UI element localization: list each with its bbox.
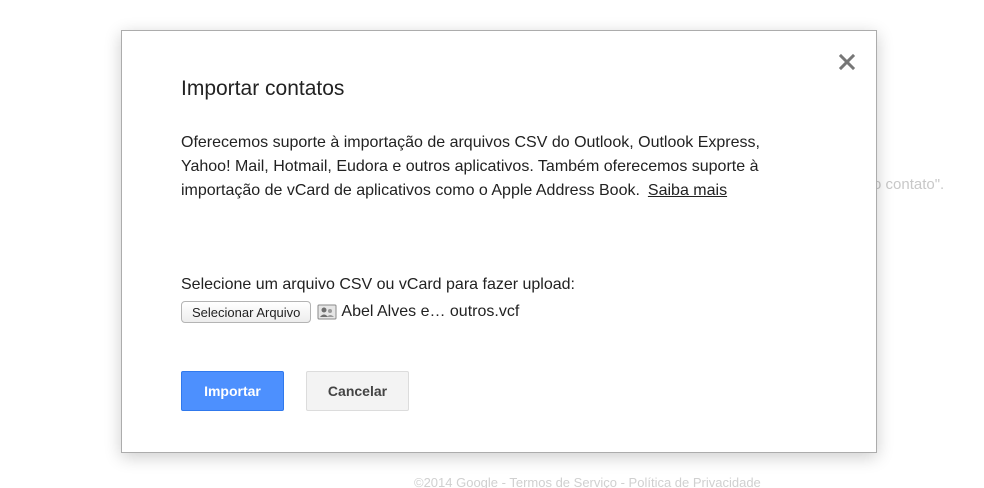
vcard-file-icon — [317, 303, 337, 321]
close-button[interactable] — [836, 51, 858, 73]
background-contato-text: o contato". — [873, 176, 945, 193]
selected-file-name: Abel Alves e… outros.vcf — [341, 303, 520, 320]
close-icon — [838, 53, 856, 71]
import-contacts-dialog: Importar contatos Oferecemos suporte à i… — [121, 30, 877, 453]
background-footer: ©2014 Google - Termos de Serviço - Polít… — [414, 475, 761, 488]
learn-more-link[interactable]: Saiba mais — [648, 182, 727, 199]
dialog-description: Oferecemos suporte à importação de arqui… — [181, 131, 801, 203]
choose-file-button[interactable]: Selecionar Arquivo — [181, 301, 312, 323]
dialog-title: Importar contatos — [181, 77, 345, 100]
upload-label: Selecione um arquivo CSV ou vCard para f… — [181, 276, 575, 293]
cancel-button[interactable]: Cancelar — [306, 371, 409, 411]
import-button[interactable]: Importar — [181, 371, 284, 411]
file-input-row: Selecionar Arquivo Abel Alves e… outros.… — [181, 300, 519, 324]
